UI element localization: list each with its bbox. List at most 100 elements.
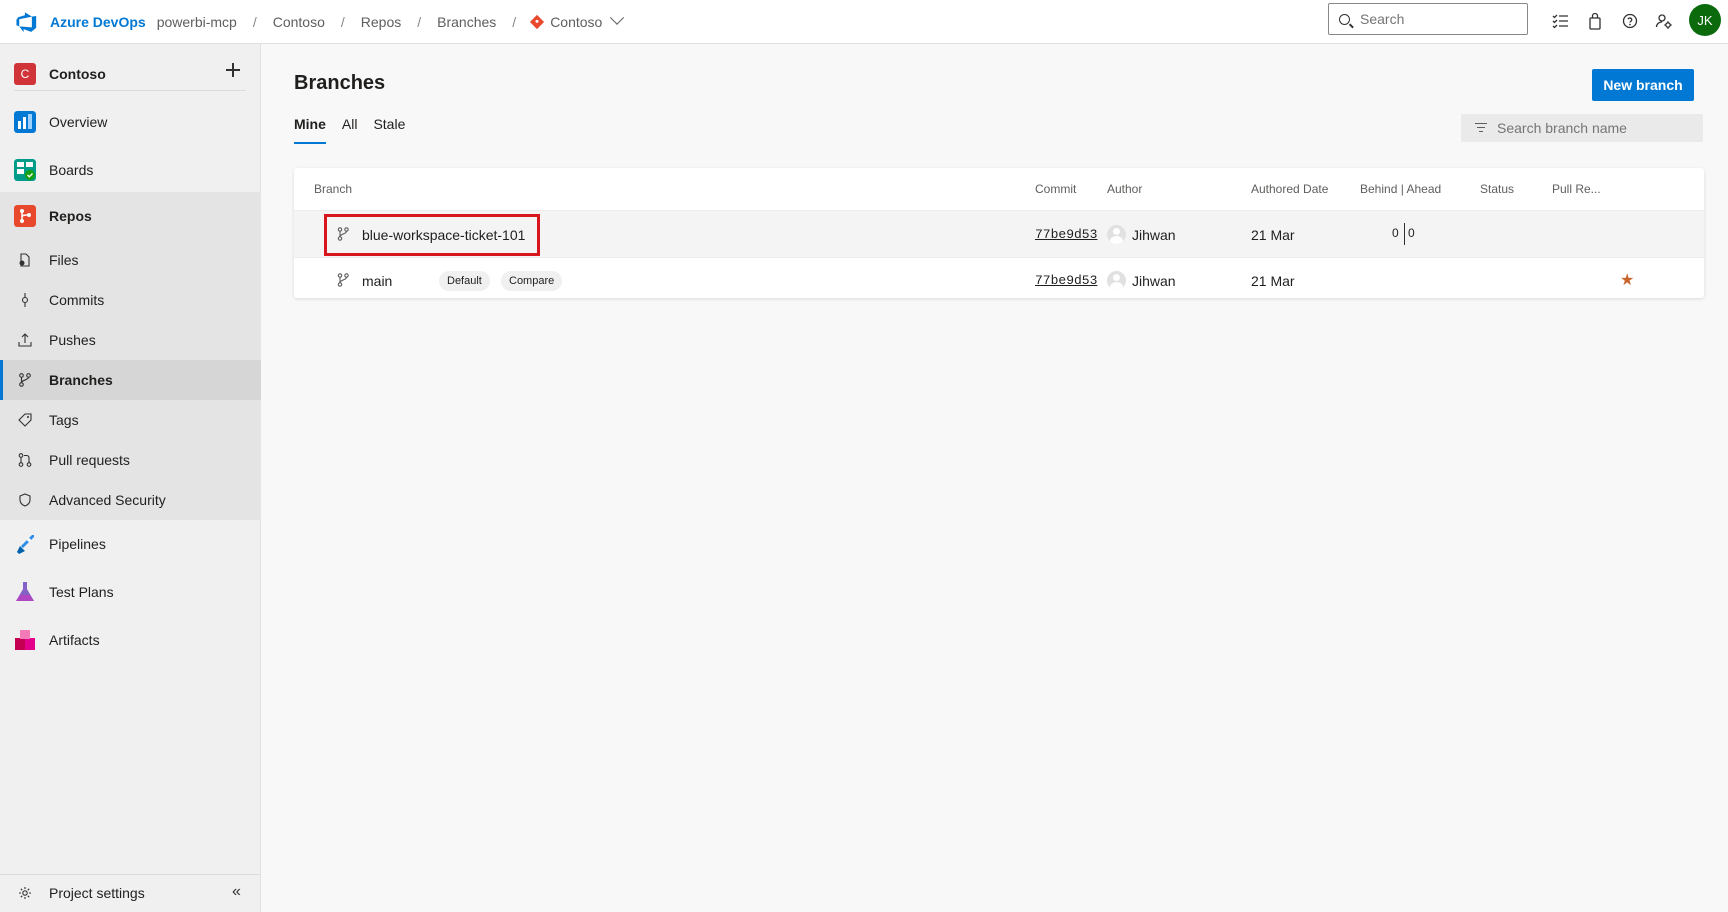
star-icon[interactable]: ★	[1620, 270, 1634, 290]
sidebar-item-label: Branches	[49, 372, 113, 388]
sidebar-item-boards[interactable]: Boards	[0, 146, 261, 194]
branch-tabs: Mine All Stale	[294, 116, 421, 144]
sidebar-item-pushes[interactable]: Pushes	[0, 320, 261, 360]
repos-nav-group: Repos Files Commits Pushes Branches Tags…	[0, 192, 261, 520]
azure-devops-logo-icon[interactable]	[16, 11, 38, 33]
breadcrumb-repo-name: Contoso	[550, 13, 603, 30]
branch-icon	[19, 373, 31, 387]
sidebar-item-label: Pipelines	[49, 536, 106, 552]
search-icon	[1339, 13, 1350, 25]
tab-all[interactable]: All	[342, 116, 358, 144]
top-search-box[interactable]	[1328, 3, 1528, 35]
sidebar-item-overview[interactable]: Overview	[0, 98, 261, 146]
authored-date: 21 Mar	[1251, 273, 1295, 289]
tab-mine[interactable]: Mine	[294, 116, 326, 144]
sidebar-item-artifacts[interactable]: Artifacts	[0, 616, 261, 664]
top-bar: Azure DevOps powerbi-mcp / Contoso / Rep…	[0, 0, 1728, 44]
sidebar-item-pull-requests[interactable]: Pull requests	[0, 440, 261, 480]
selection-indicator	[0, 360, 3, 400]
branch-name-link[interactable]: main	[362, 273, 392, 289]
breadcrumb-org[interactable]: powerbi-mcp	[157, 14, 237, 30]
behind-ahead-divider	[1404, 223, 1405, 245]
artifacts-icon	[15, 630, 35, 650]
breadcrumb-separator: /	[340, 13, 345, 30]
main-content: Branches New branch Mine All Stale Branc…	[262, 44, 1728, 912]
default-badge: Default	[439, 271, 490, 291]
sidebar-item-files[interactable]: Files	[0, 240, 261, 280]
sidebar-item-label: Advanced Security	[49, 492, 166, 508]
project-name: Contoso	[49, 65, 106, 82]
project-header[interactable]: C Contoso	[14, 57, 246, 91]
breadcrumb-separator: /	[417, 13, 422, 30]
filter-icon	[1475, 123, 1487, 133]
tab-stale[interactable]: Stale	[373, 116, 405, 144]
column-header-behind-ahead: Behind | Ahead	[1360, 182, 1442, 196]
sidebar-item-repos[interactable]: Repos	[0, 192, 261, 240]
column-header-commit: Commit	[1035, 182, 1077, 196]
test-plans-icon	[16, 582, 34, 601]
commit-link[interactable]: 77be9d53	[1035, 273, 1097, 288]
breadcrumb-separator: /	[252, 13, 257, 30]
author-avatar	[1107, 271, 1126, 290]
breadcrumb-project[interactable]: Contoso	[273, 14, 325, 30]
branch-filter-box[interactable]	[1461, 114, 1703, 142]
sidebar-item-label: Tags	[49, 412, 79, 428]
sidebar-item-test-plans[interactable]: Test Plans	[0, 568, 261, 616]
table-row[interactable]: main Default Compare 77be9d53 Jihwan 21 …	[294, 257, 1704, 304]
column-header-status: Status	[1480, 182, 1515, 196]
column-header-branch: Branch	[314, 182, 353, 196]
commit-link[interactable]: 77be9d53	[1035, 227, 1097, 242]
sidebar-item-label: Test Plans	[49, 584, 114, 600]
sidebar-item-label: Project settings	[49, 884, 145, 901]
sidebar-item-label: Overview	[49, 114, 108, 130]
column-header-author: Author	[1107, 182, 1143, 196]
sidebar-item-label: Artifacts	[49, 632, 100, 648]
sidebar-item-branches[interactable]: Branches	[0, 360, 261, 400]
author-name: Jihwan	[1132, 273, 1176, 289]
task-list-icon[interactable]	[1549, 10, 1571, 32]
pipelines-icon	[17, 535, 34, 554]
breadcrumb-separator: /	[512, 13, 517, 30]
sidebar: C Contoso Overview Boards Repos Files Co…	[0, 44, 261, 912]
sidebar-item-project-settings[interactable]: Project settings	[0, 874, 261, 910]
push-icon	[18, 333, 32, 347]
column-header-pull-requests: Pull Re...	[1552, 182, 1601, 196]
overview-icon	[14, 111, 36, 133]
user-avatar[interactable]: JK	[1689, 4, 1721, 36]
chevron-down-icon	[610, 10, 625, 25]
author-avatar	[1107, 225, 1126, 244]
files-icon	[19, 253, 30, 267]
sidebar-item-commits[interactable]: Commits	[0, 280, 261, 320]
shopping-bag-icon[interactable]	[1584, 10, 1606, 32]
authored-date: 21 Mar	[1251, 227, 1295, 243]
collapse-sidebar-icon[interactable]: «	[232, 883, 241, 901]
sidebar-item-label: Repos	[49, 208, 92, 224]
user-settings-icon[interactable]	[1653, 10, 1675, 32]
repos-icon	[14, 205, 36, 227]
branch-search-input[interactable]	[1497, 120, 1687, 136]
breadcrumb-repos[interactable]: Repos	[361, 14, 401, 30]
git-repo-icon	[530, 14, 545, 29]
sidebar-item-label: Boards	[49, 162, 94, 178]
ahead-count: 0	[1408, 226, 1415, 240]
highlight-box	[324, 214, 540, 256]
help-icon[interactable]	[1619, 10, 1641, 32]
breadcrumb-repo-selector[interactable]: Contoso	[530, 10, 625, 30]
boards-icon	[14, 159, 36, 181]
commit-icon	[21, 293, 29, 307]
behind-count: 0	[1392, 226, 1399, 240]
breadcrumb-branches[interactable]: Branches	[437, 14, 496, 30]
sidebar-item-advanced-security[interactable]: Advanced Security	[0, 480, 261, 520]
brand-name[interactable]: Azure DevOps	[50, 14, 146, 30]
sidebar-item-label: Files	[49, 252, 79, 268]
branch-icon	[337, 273, 349, 287]
new-branch-button[interactable]: New branch	[1592, 69, 1694, 101]
sidebar-item-pipelines[interactable]: Pipelines	[0, 520, 261, 568]
sidebar-item-label: Commits	[49, 292, 105, 308]
sidebar-item-tags[interactable]: Tags	[0, 400, 261, 440]
compare-badge[interactable]: Compare	[501, 271, 563, 291]
gear-icon	[19, 887, 31, 899]
top-search-input[interactable]	[1360, 11, 1510, 27]
add-icon[interactable]	[226, 63, 240, 77]
pull-request-icon	[18, 453, 32, 467]
